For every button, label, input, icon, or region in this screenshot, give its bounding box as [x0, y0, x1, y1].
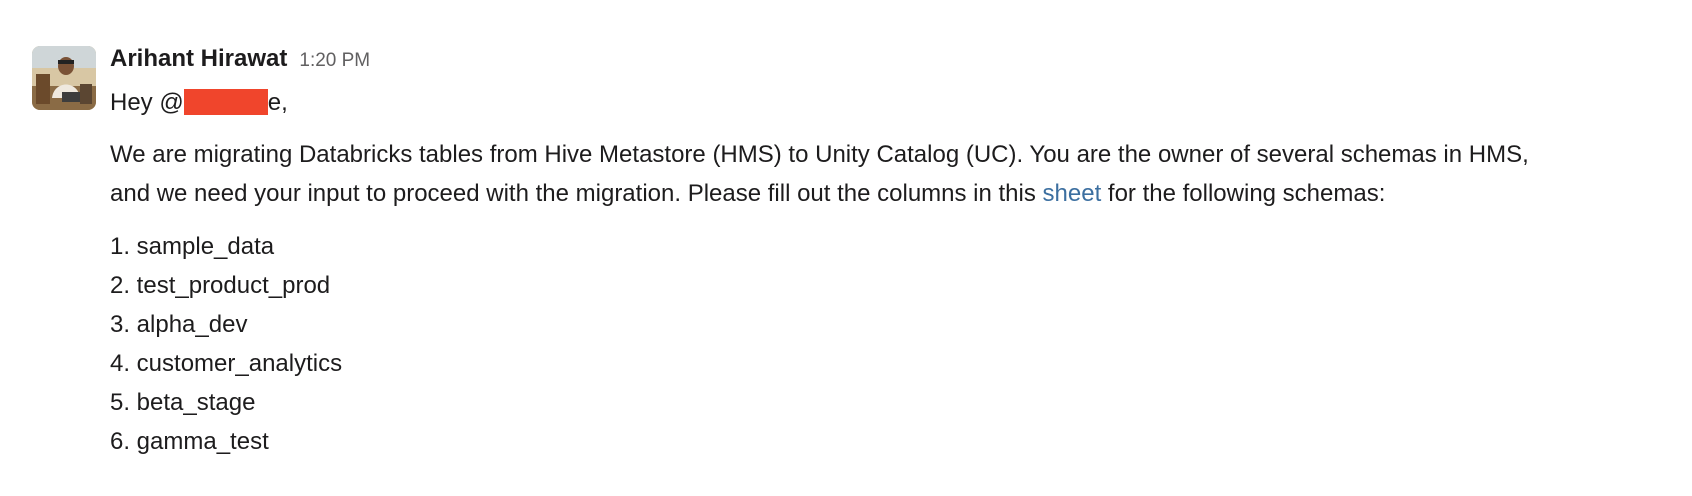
list-item: 3. alpha_dev [110, 311, 248, 338]
paragraph-line-1: We are migrating Databricks tables from … [110, 141, 1529, 168]
message-header: Arihant Hirawat 1:20 PM [110, 45, 370, 73]
message-body: Hey @ e, We are migrating Databricks tabl… [110, 83, 1670, 461]
author-name[interactable]: Arihant Hirawat [110, 45, 287, 73]
list-item: 5. beta_stage [110, 389, 256, 416]
schema-list: 1. sample_data 2. test_product_prod 3. a… [110, 227, 1670, 461]
list-item: 6. gamma_test [110, 428, 269, 455]
avatar[interactable] [32, 46, 96, 110]
list-item: 4. customer_analytics [110, 350, 343, 377]
greeting-prefix: Hey @ [110, 89, 184, 116]
message-timestamp[interactable]: 1:20 PM [299, 50, 370, 72]
greeting-line: Hey @ e, [110, 83, 1670, 122]
sheet-link[interactable]: sheet [1043, 180, 1102, 207]
paragraph-line-2-end: for the following schemas: [1101, 180, 1386, 207]
user-avatar-photo-icon [32, 46, 96, 110]
list-item: 2. test_product_prod [110, 272, 331, 299]
chat-message: Arihant Hirawat 1:20 PM Hey @ e, We are m… [0, 0, 1692, 496]
list-item: 1. sample_data [110, 233, 275, 260]
message-paragraph: We are migrating Databricks tables from … [110, 135, 1670, 213]
greeting-suffix: e, [267, 89, 288, 116]
redacted-mention [183, 89, 268, 115]
paragraph-line-2-start: and we need your input to proceed with t… [110, 180, 1043, 207]
